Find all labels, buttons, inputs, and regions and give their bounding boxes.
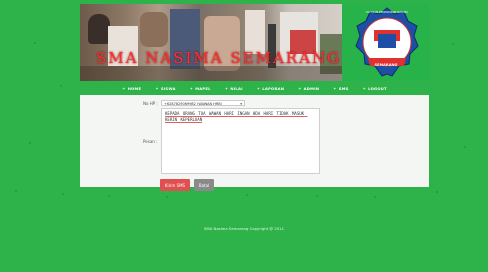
star-icon: ✦ (189, 85, 194, 91)
background-dot (15, 190, 17, 192)
page-container: SMA NASIMA SEMARANG YAYASAN PENDIDIKAN N… (80, 4, 429, 191)
header-banner: SMA NASIMA SEMARANG YAYASAN PENDIDIKAN N… (80, 4, 429, 81)
message-label: Pesan : (143, 139, 158, 144)
dropdown-arrow-icon: ▾ (240, 102, 242, 106)
nav-item-siswa[interactable]: ✦ SISWA (155, 86, 175, 91)
message-text: KEPADA ORANG TUA WAWAN HARI INGAN HDA HA… (165, 111, 308, 122)
background-dot (464, 146, 466, 148)
logo-text-top: YAYASAN PENDIDIKAN NASIMA (365, 10, 409, 14)
site-title: SMA NASIMA SEMARANG (96, 49, 342, 67)
background-dot (246, 194, 248, 196)
star-icon: ✦ (362, 85, 367, 91)
background-dot (374, 196, 376, 198)
phone-select-value: +6287829069982 (WAWAN HRB) (164, 102, 223, 106)
background-dot (166, 196, 168, 198)
nav-item-laporan[interactable]: ✦ LAPORAN (257, 86, 284, 91)
footer-copyright: SMA Nasima Semarang Copyright @ 2011 (203, 226, 285, 231)
message-textarea[interactable]: KEPADA ORANG TUA WAWAN HARI INGAN HDA HA… (161, 108, 320, 174)
sms-form: No HP : +6287829069982 (WAWAN HRB) ▾ Pes… (80, 95, 429, 191)
phone-select[interactable]: +6287829069982 (WAWAN HRB) ▾ (161, 100, 245, 106)
school-logo (355, 7, 419, 77)
star-icon: ✦ (155, 85, 159, 91)
background-dot (60, 85, 62, 87)
background-dot (62, 193, 64, 195)
nav-item-nilai[interactable]: ✦ NILAI (225, 86, 243, 91)
nav-item-admin[interactable]: ✦ ADMIN (298, 86, 319, 91)
star-icon: ✦ (256, 85, 261, 91)
background-dot (29, 142, 31, 144)
nav-item-mapel[interactable]: ✦ MAPEL (190, 86, 211, 91)
star-icon: ✦ (298, 85, 302, 91)
star-icon: ✦ (333, 85, 337, 91)
background-dot (34, 42, 36, 44)
nav-item-sms[interactable]: ✦ SMS (333, 86, 348, 91)
cancel-button[interactable]: Batal (194, 179, 214, 191)
logo-text-bottom: SEMARANG (374, 63, 398, 67)
background-dot (452, 43, 454, 45)
nav-item-home[interactable]: ✦ HOME (122, 86, 141, 91)
background-dot (436, 191, 438, 193)
star-icon: ✦ (224, 85, 229, 91)
background-dot (316, 195, 318, 197)
main-nav: ✦ HOME ✦ SISWA ✦ MAPEL ✦ NILAI ✦ LAPORAN ✦ ADM… (80, 81, 429, 95)
nav-item-logout[interactable]: ✦ LOGOUT (363, 86, 387, 91)
send-sms-button[interactable]: Kirim SMS (160, 179, 190, 191)
background-dot (108, 195, 110, 197)
logo-area: YAYASAN PENDIDIKAN NASIMA SEMARANG (342, 4, 429, 81)
star-icon: ✦ (122, 85, 126, 91)
phone-label: No HP : (143, 101, 158, 106)
